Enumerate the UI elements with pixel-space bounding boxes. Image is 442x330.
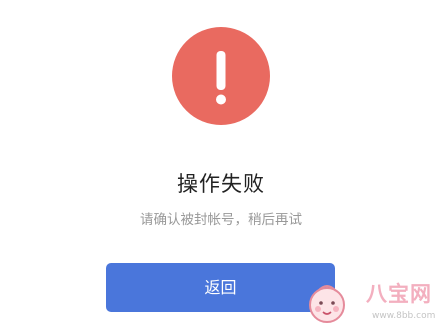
watermark-brand: 八宝网	[366, 282, 432, 306]
watermark-url: www.8bb.com	[372, 311, 436, 321]
error-status-icon	[172, 27, 270, 125]
back-button[interactable]: 返回	[106, 263, 335, 312]
status-message: 请确认被封帐号，稍后再试	[140, 212, 302, 228]
exclamation-icon	[216, 51, 226, 105]
status-title: 操作失败	[177, 172, 265, 196]
